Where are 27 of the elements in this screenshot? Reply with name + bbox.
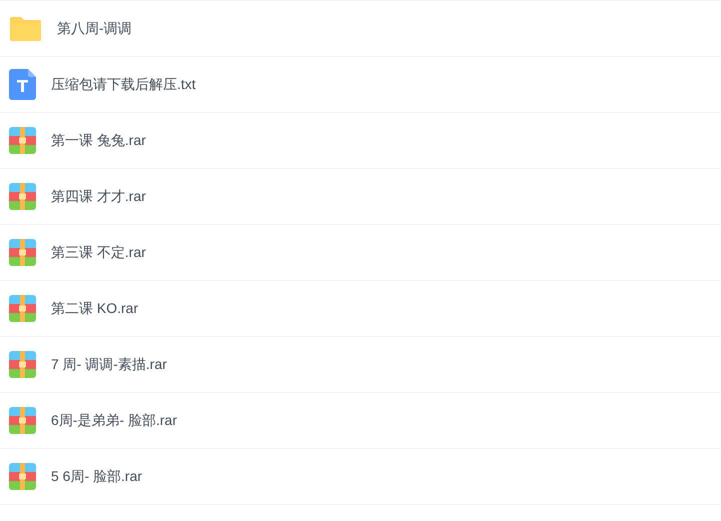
archive-icon [9,295,36,322]
file-row[interactable]: 第四课 才才.rar [0,169,721,225]
folder-icon [9,16,42,42]
archive-icon [9,407,36,434]
archive-icon [9,127,36,154]
file-name: 第一课 兔兔.rar [51,132,146,150]
file-name: 6周-是弟弟- 脸部.rar [51,412,177,430]
archive-icon [9,183,36,210]
file-name: 7 周- 调调-素描.rar [51,356,167,374]
file-row[interactable]: 第二课 KO.rar [0,281,721,337]
file-name: 第二课 KO.rar [51,300,138,318]
file-name: 第八周-调调 [57,20,132,38]
file-row[interactable]: 压缩包请下载后解压.txt [0,57,721,113]
file-name: 压缩包请下载后解压.txt [51,76,196,94]
archive-icon [9,239,36,266]
file-row[interactable]: 5 6周- 脸部.rar [0,449,721,505]
archive-icon [9,463,36,490]
file-name: 第四课 才才.rar [51,188,146,206]
file-row[interactable]: 第三课 不定.rar [0,225,721,281]
file-name: 第三课 不定.rar [51,244,146,262]
file-row[interactable]: 第八周-调调 [0,1,721,57]
file-row[interactable]: 第一课 兔兔.rar [0,113,721,169]
text-file-icon [9,69,36,100]
archive-icon [9,351,36,378]
file-row[interactable]: 7 周- 调调-素描.rar [0,337,721,393]
file-row[interactable]: 6周-是弟弟- 脸部.rar [0,393,721,449]
file-name: 5 6周- 脸部.rar [51,468,142,486]
